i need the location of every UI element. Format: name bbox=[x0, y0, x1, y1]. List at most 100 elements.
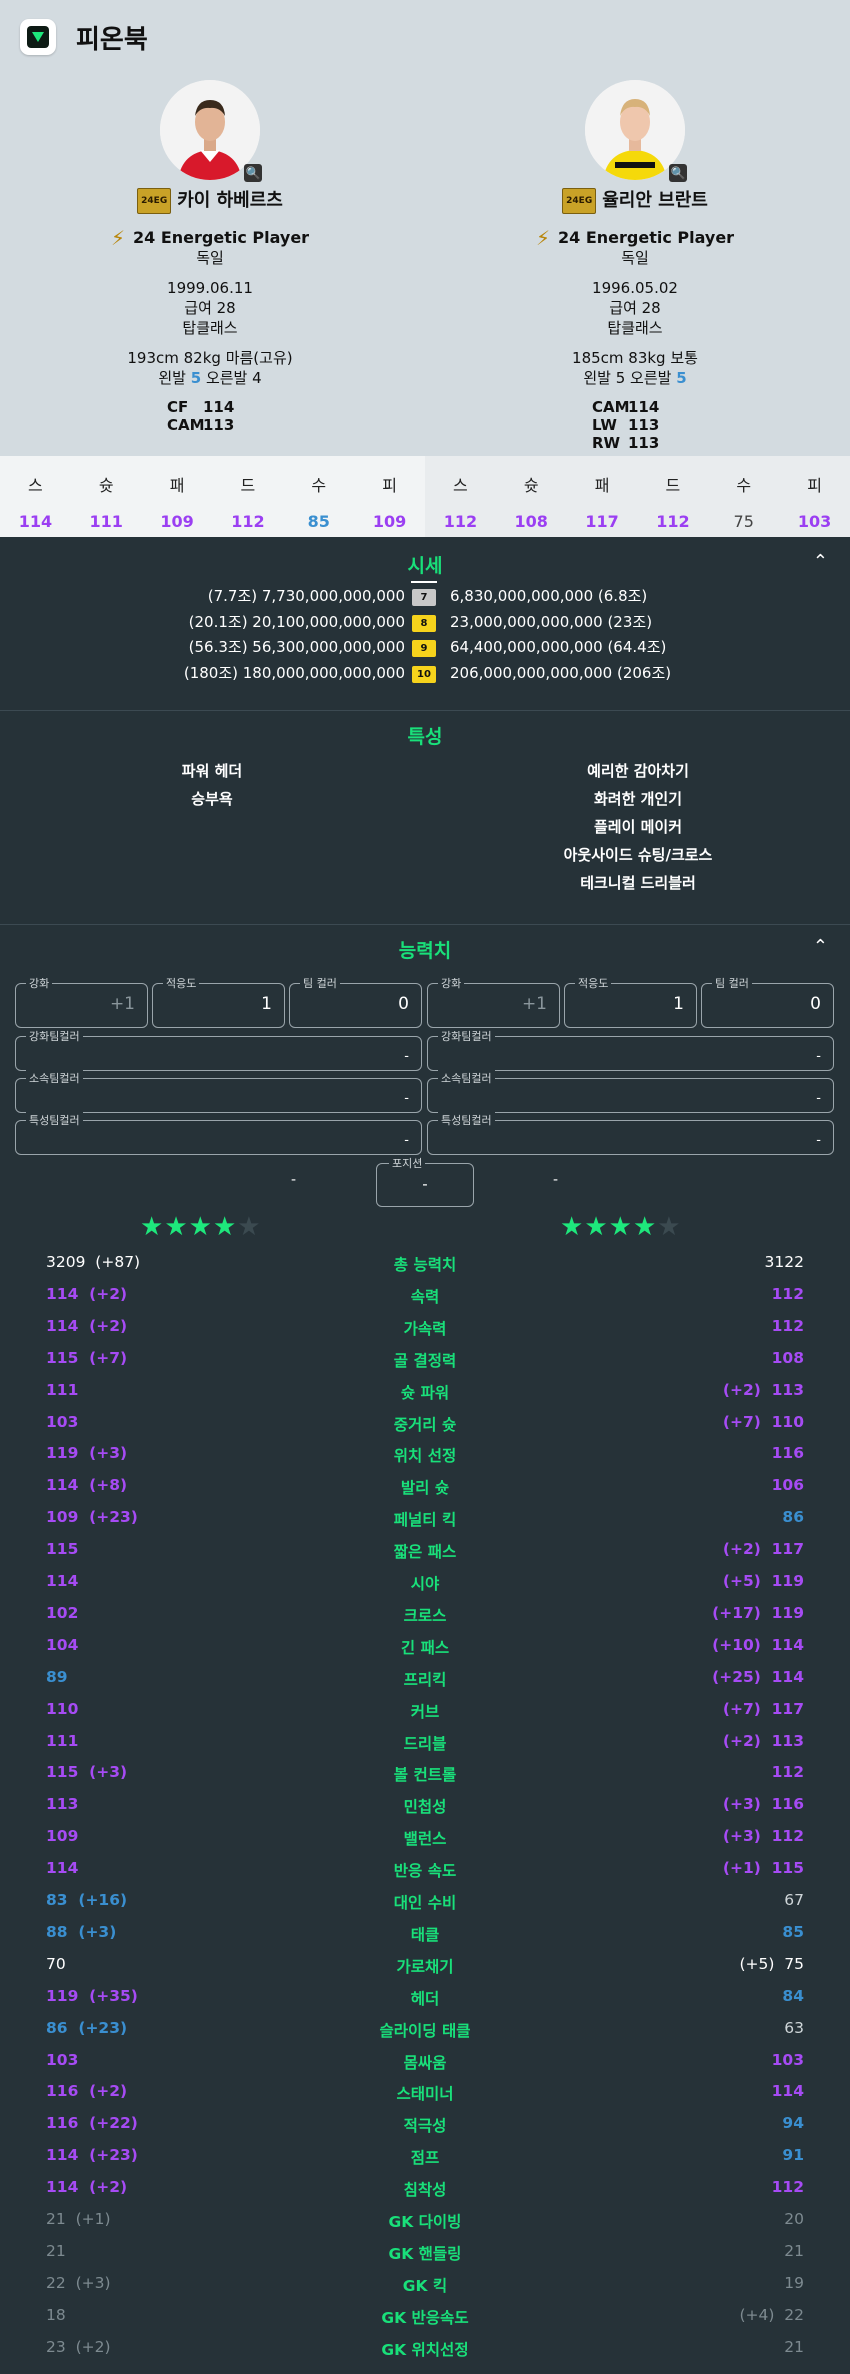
summary-stat-value: 108 bbox=[514, 512, 548, 531]
teamcolor-field-right[interactable]: 팀 컬러 0 bbox=[701, 975, 834, 1028]
ability-right-value: 21 bbox=[784, 2337, 804, 2356]
ability-stat-name: GK 킥 bbox=[402, 2276, 448, 2295]
ability-row: 21 GK 핸들링 21 bbox=[0, 2242, 850, 2274]
price-left: (180조) 180,000,000,000,000 bbox=[183, 663, 405, 682]
ability-right-value: 103 bbox=[771, 2050, 804, 2069]
ability-left-value: 115 (+7) bbox=[46, 1348, 128, 1367]
ability-left-value: 114 bbox=[46, 1859, 79, 1878]
ability-right-value: (+2) 113 bbox=[722, 1731, 804, 1750]
summary-stat-label: 패 bbox=[169, 476, 185, 495]
ability-left-value: 104 bbox=[46, 1635, 79, 1654]
enh-teamcolor-select-left[interactable]: 강화팀컬러 - bbox=[15, 1028, 422, 1071]
ability-stat-name: 짧은 패스 bbox=[393, 1543, 457, 1562]
summary-stat-right: 스 112 bbox=[425, 456, 496, 537]
right-foot-value: 5 bbox=[676, 369, 687, 387]
summary-stat-label: 슛 bbox=[523, 476, 539, 495]
app-logo[interactable] bbox=[20, 19, 56, 55]
chevron-up-icon[interactable]: ⌃ bbox=[813, 936, 828, 957]
position-select[interactable]: 포지션 - bbox=[376, 1155, 474, 1207]
ability-right-value: (+2) 117 bbox=[722, 1540, 804, 1559]
ability-stat-name: 속력 bbox=[410, 1287, 440, 1306]
summary-stat-value: 114 bbox=[18, 512, 53, 531]
club-class: 탑클래스 bbox=[182, 319, 238, 337]
price-list[interactable]: (7.7조) 7,730,000,000,000 7 6,830,000,000,0… bbox=[0, 575, 850, 697]
summary-stat-value: 117 bbox=[585, 512, 619, 531]
ability-row: 102 크로스 (+17) 119 bbox=[0, 1604, 850, 1636]
summary-stat-value: 75 bbox=[733, 512, 754, 531]
price-title[interactable]: 시세 bbox=[0, 551, 850, 578]
position-list: CF 114 CAM 113 bbox=[0, 398, 420, 434]
position-ovr: 113 bbox=[628, 416, 660, 434]
chevron-up-icon[interactable]: ⌃ bbox=[813, 551, 828, 572]
ability-row: 111 드리블 (+2) 113 bbox=[0, 1732, 850, 1764]
summary-stat-label: 패 bbox=[594, 476, 610, 495]
trait-left: 승부욕 bbox=[191, 790, 233, 808]
ability-right-value: 86 bbox=[782, 1508, 804, 1527]
ability-row: 110 커브 (+7) 117 bbox=[0, 1700, 850, 1732]
summary-stat-left: 스 114 bbox=[0, 456, 71, 537]
summary-stat-left: 슛 111 bbox=[71, 456, 142, 537]
ability-right-value: 112 bbox=[771, 2178, 804, 2197]
trait-teamcolor-select-right[interactable]: 특성팀컬러 - bbox=[427, 1112, 834, 1155]
ability-stat-name: 중거리 슛 bbox=[393, 1415, 457, 1434]
trait-right: 예리한 감아차기 bbox=[587, 762, 689, 780]
trait-teamcolor-select-left[interactable]: 특성팀컬러 - bbox=[15, 1112, 422, 1155]
right-foot-label: 오른발 bbox=[630, 369, 672, 387]
body-info: 193cm 82kg 마름(고유) bbox=[127, 349, 293, 367]
club-teamcolor-select-left[interactable]: 소속팀컬러 - bbox=[15, 1070, 422, 1113]
ability-left-value: 114 (+8) bbox=[46, 1476, 128, 1495]
enhance-level-badge: 8 bbox=[412, 614, 436, 632]
enhance-field-left[interactable]: 강화 +1 bbox=[15, 975, 148, 1028]
star-icon: ★ bbox=[164, 1212, 189, 1242]
summary-stat-right: 피 103 bbox=[779, 456, 850, 537]
ability-right-value: (+3) 112 bbox=[722, 1827, 804, 1846]
ability-row: 111 슛 파워 (+2) 113 bbox=[0, 1381, 850, 1413]
season-name: 24 Energetic Player bbox=[557, 228, 735, 247]
adapt-field-left[interactable]: 적응도 1 bbox=[152, 975, 285, 1028]
player-avatar[interactable]: 🔍 bbox=[585, 80, 687, 182]
summary-stat-right: 패 117 bbox=[567, 456, 638, 537]
zoom-icon[interactable]: 🔍 bbox=[244, 164, 262, 182]
ability-right-value: 85 bbox=[782, 1922, 804, 1941]
summary-stat-right: 슛 108 bbox=[496, 456, 567, 537]
zoom-icon[interactable]: 🔍 bbox=[669, 164, 687, 182]
nation: 독일 bbox=[621, 249, 649, 267]
adapt-field-right[interactable]: 적응도 1 bbox=[564, 975, 697, 1028]
ability-row: 115 짧은 패스 (+2) 117 bbox=[0, 1540, 850, 1572]
season-badge-icon: 24EG bbox=[137, 188, 172, 214]
enh-teamcolor-select-right[interactable]: 강화팀컬러 - bbox=[427, 1028, 834, 1071]
ability-left-value: 114 (+2) bbox=[46, 2178, 128, 2197]
ability-row: 114 (+2) 속력 112 bbox=[0, 1285, 850, 1317]
ability-row: 3209 (+87) 총 능력치 3122 bbox=[0, 1253, 850, 1285]
ability-right-value: (+7) 117 bbox=[722, 1699, 804, 1718]
enhance-level-badge: 7 bbox=[412, 589, 436, 606]
ability-stat-name: 시야 bbox=[410, 1575, 440, 1593]
ability-row: 114 (+8) 발리 슛 106 bbox=[0, 1476, 850, 1508]
summary-stat-value: 112 bbox=[656, 512, 690, 531]
ability-stat-name: 슬라이딩 태클 bbox=[379, 2021, 471, 2040]
season-row: ⚡ 24 Energetic Player bbox=[0, 228, 420, 248]
player-name-row: 24EG 율리안 브란트 bbox=[425, 188, 845, 214]
ability-row: 88 (+3) 태클 85 bbox=[0, 1923, 850, 1955]
summary-stat-value: 85 bbox=[307, 512, 330, 531]
ability-left-value: 110 bbox=[46, 1699, 79, 1718]
ability-right-value: 21 bbox=[784, 2241, 804, 2260]
ability-right-value: 112 bbox=[771, 1763, 804, 1782]
ability-right-value: 114 bbox=[771, 2082, 804, 2101]
club-teamcolor-select-right[interactable]: 소속팀컬러 - bbox=[427, 1070, 834, 1113]
trait-right: 화려한 개인기 bbox=[593, 790, 683, 808]
ability-row: 89 프리킥 (+25) 114 bbox=[0, 1668, 850, 1700]
ability-right-value: 67 bbox=[784, 1891, 804, 1909]
summary-stat-left: 피 109 bbox=[354, 456, 425, 537]
ability-stat-name: 몸싸움 bbox=[403, 2053, 447, 2072]
enhance-field-right[interactable]: 강화 +1 bbox=[427, 975, 560, 1028]
summary-stat-value: 109 bbox=[160, 512, 194, 531]
ability-left-value: 89 bbox=[46, 1667, 68, 1686]
ability-left-value: 21 bbox=[46, 2241, 66, 2260]
summary-stat-right: 수 75 bbox=[708, 456, 779, 537]
star-icon: ★ bbox=[657, 1212, 682, 1242]
player-avatar[interactable]: 🔍 bbox=[160, 80, 262, 182]
teamcolor-field-left[interactable]: 팀 컬러 0 bbox=[289, 975, 422, 1028]
ability-right-value: (+1) 115 bbox=[722, 1859, 804, 1878]
ability-title[interactable]: 능력치 bbox=[0, 936, 850, 963]
